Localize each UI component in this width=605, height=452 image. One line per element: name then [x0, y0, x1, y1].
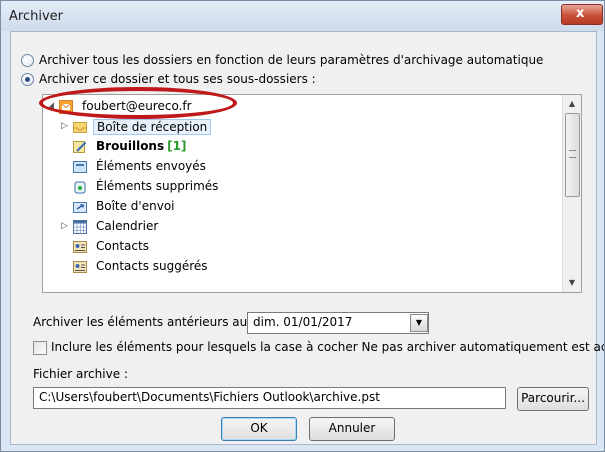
window-title: Archiver: [9, 9, 63, 24]
tree-item-label: Éléments envoyés: [96, 159, 206, 173]
archive-all-option[interactable]: Archiver tous les dossiers en fonction d…: [21, 53, 544, 69]
scroll-down-icon[interactable]: ▼: [563, 274, 581, 291]
tree-item-label: Brouillons [1]: [93, 139, 189, 153]
include-checkbox-label: Inclure les éléments pour lesquels la ca…: [51, 340, 605, 354]
tree-item-label: Calendrier: [96, 219, 159, 233]
archive-all-radio[interactable]: [21, 54, 34, 67]
dropdown-arrow-icon[interactable]: ▼: [410, 314, 428, 332]
tree-scrollbar[interactable]: ▲ ▼: [562, 95, 581, 292]
inbox-icon: [73, 122, 87, 133]
date-value: dim. 01/01/2017: [253, 315, 353, 329]
archive-file-path: C:\Users\foubert\Documents\Fichiers Outl…: [39, 390, 380, 404]
calendar-icon: [73, 220, 87, 234]
grip-icon: [569, 150, 576, 158]
folder-tree[interactable]: ◢ foubert@eureco.fr ▷ Boîte de réception: [42, 94, 582, 293]
browse-button[interactable]: Parcourir...: [517, 387, 589, 411]
tree-item-label: Contacts suggérés: [96, 259, 208, 273]
deleted-items-icon: [74, 181, 86, 194]
collapsed-arrow-icon[interactable]: ▷: [61, 121, 68, 131]
tree-item-label: Contacts: [96, 239, 149, 253]
cancel-button[interactable]: Annuler: [309, 417, 395, 441]
include-checkbox[interactable]: [33, 341, 47, 355]
archive-dialog: Archiver x Archiver tous les dossiers en…: [0, 0, 605, 452]
ok-button[interactable]: OK: [221, 417, 297, 441]
unread-count: [1]: [167, 139, 187, 153]
archive-folder-label: Archiver ce dossier et tous ses sous-dos…: [39, 72, 316, 86]
tree-item-label: Boîte d'envoi: [96, 199, 175, 213]
archive-file-label: Fichier archive :: [33, 367, 128, 381]
tree-item-label: Éléments supprimés: [96, 179, 219, 193]
sent-items-icon: [73, 161, 87, 173]
drafts-label: Brouillons: [96, 139, 165, 153]
collapsed-arrow-icon[interactable]: ▷: [61, 221, 68, 231]
close-icon: x: [576, 6, 585, 21]
archive-file-path-input[interactable]: C:\Users\foubert\Documents\Fichiers Outl…: [33, 387, 506, 409]
tree-item-label: Boîte de réception: [93, 119, 212, 135]
scroll-thumb[interactable]: [565, 113, 580, 197]
archive-folder-option[interactable]: Archiver ce dossier et tous ses sous-dos…: [21, 72, 341, 88]
title-bar[interactable]: Archiver x: [1, 1, 604, 31]
outbox-icon: [73, 202, 87, 213]
date-picker[interactable]: dim. 01/01/2017 ▼: [247, 312, 429, 334]
highlight-ring: [39, 87, 237, 119]
drafts-icon: [73, 141, 87, 153]
archive-all-label: Archiver tous les dossiers en fonction d…: [39, 53, 544, 67]
suggested-contacts-icon: [73, 261, 87, 273]
older-items-label: Archiver les éléments antérieurs au :: [33, 315, 256, 329]
archive-folder-radio[interactable]: [21, 73, 34, 86]
contacts-icon: [73, 241, 87, 253]
scroll-up-icon[interactable]: ▲: [563, 95, 581, 112]
close-button[interactable]: x: [561, 4, 603, 25]
